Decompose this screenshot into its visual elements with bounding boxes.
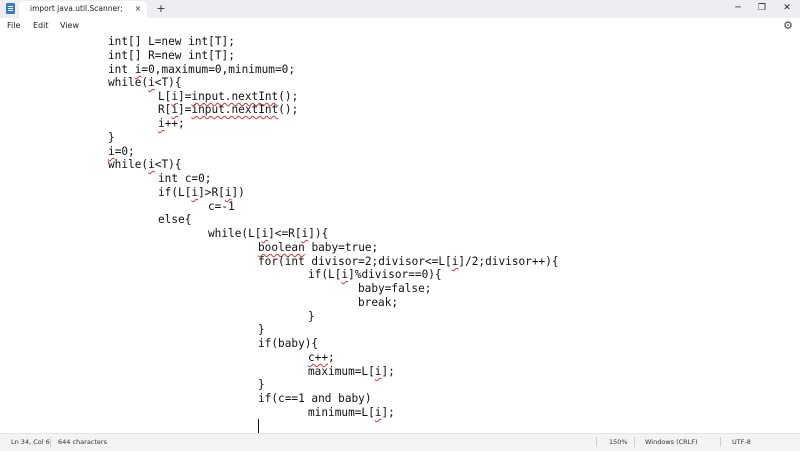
code-line: } <box>308 310 315 323</box>
code-line: break; <box>358 296 399 309</box>
text-caret <box>258 419 259 433</box>
code-line: while(i<T){ <box>108 76 182 89</box>
code-line: int[] R=new int[T]; <box>108 49 235 62</box>
code-line: } <box>258 378 265 391</box>
character-count: 644 characters <box>58 438 107 446</box>
code-line: R[i]=input.nextInt(); <box>158 103 299 116</box>
menu-bar: File Edit View ⚙ <box>0 18 800 35</box>
new-tab-button[interactable]: + <box>155 2 167 15</box>
status-divider <box>50 437 51 447</box>
code-line: c++; <box>308 351 335 364</box>
minimize-button[interactable]: ─ <box>726 0 750 16</box>
menu-file[interactable]: File <box>7 21 20 30</box>
encoding[interactable]: UTF-8 <box>732 438 751 446</box>
status-divider <box>596 437 597 447</box>
line-ending[interactable]: Windows (CRLF) <box>645 438 698 446</box>
code-line: if(L[i]%divisor==0){ <box>308 268 442 281</box>
close-window-button[interactable]: ✕ <box>775 0 799 16</box>
menu-view[interactable]: View <box>60 21 79 30</box>
code-line: baby=false; <box>358 282 432 295</box>
code-line: c=-1 <box>208 200 235 213</box>
tab-close-icon[interactable]: × <box>133 3 143 15</box>
code-line: if(baby){ <box>258 337 319 350</box>
title-bar: import java.util.Scanner; × + ─ ❐ ✕ <box>0 0 800 18</box>
cursor-position: Ln 34, Col 6 <box>11 438 50 446</box>
code-line: int c=0; <box>158 172 212 185</box>
code-line: } <box>108 131 115 144</box>
code-line: boolean baby=true; <box>258 241 379 254</box>
code-line: if(c==1 and baby) <box>258 392 372 405</box>
code-line: if(L[i]>R[i]) <box>158 186 245 199</box>
code-line: else{ <box>158 213 192 226</box>
maximize-button[interactable]: ❐ <box>750 0 774 16</box>
code-line: } <box>258 323 265 336</box>
tab-title: import java.util.Scanner; <box>30 4 123 13</box>
code-line: int i=0,maximum=0,minimum=0; <box>108 63 296 76</box>
menu-edit[interactable]: Edit <box>33 21 49 30</box>
settings-gear-icon[interactable]: ⚙ <box>782 19 794 33</box>
status-divider <box>720 437 721 447</box>
code-line: while(L[i]<=R[i]){ <box>208 227 329 240</box>
notepad-icon <box>6 3 15 14</box>
status-bar: Ln 34, Col 6 644 characters 150% Windows… <box>0 433 800 451</box>
code-line: while(i<T){ <box>108 158 182 171</box>
zoom-level[interactable]: 150% <box>609 438 628 446</box>
tab-current-file[interactable]: import java.util.Scanner; × <box>19 1 147 18</box>
code-line: i++; <box>158 117 185 130</box>
text-editor[interactable]: int[] L=new int[T]; int[] R=new int[T]; … <box>0 35 800 433</box>
code-line: L[i]=input.nextInt(); <box>158 90 299 103</box>
code-line: i=0; <box>108 145 135 158</box>
code-line: for(int divisor=2;divisor<=L[i]/2;diviso… <box>258 255 559 268</box>
code-line: maximum=L[i]; <box>308 365 395 378</box>
code-line: minimum=L[i]; <box>308 406 395 419</box>
status-divider <box>634 437 635 447</box>
code-line: int[] L=new int[T]; <box>108 35 235 48</box>
